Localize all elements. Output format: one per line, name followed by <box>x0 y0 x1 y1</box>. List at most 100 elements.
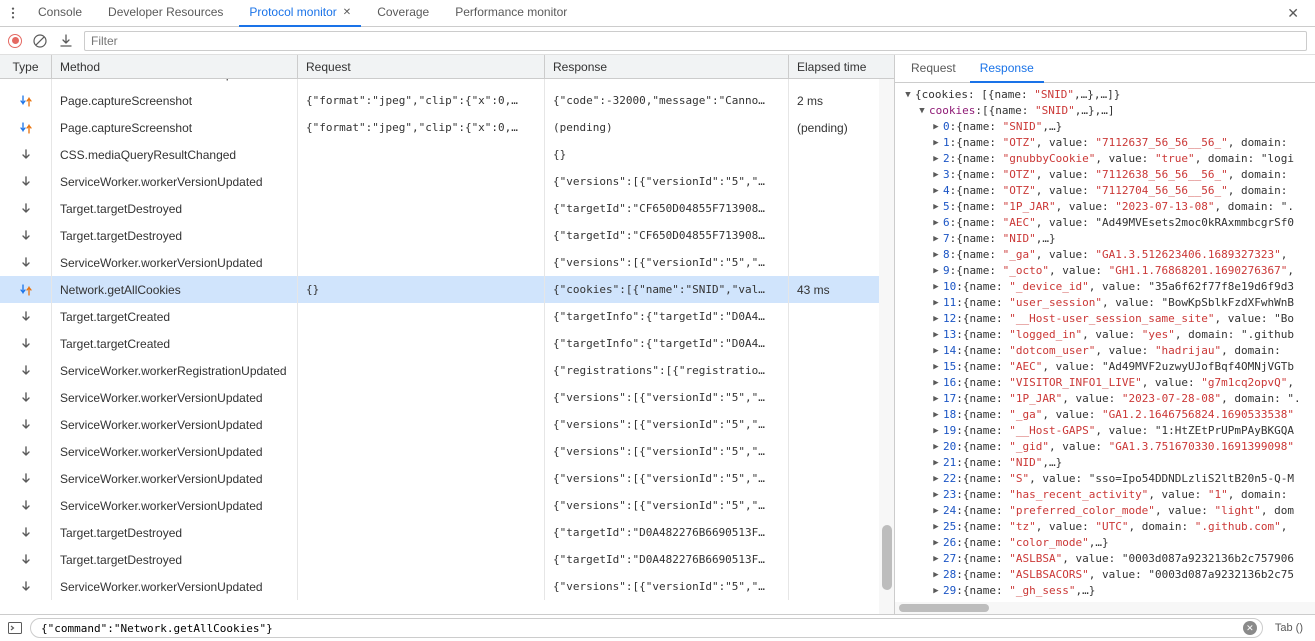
disclosure-triangle-icon[interactable] <box>931 535 941 551</box>
clear-input-icon[interactable]: ✕ <box>1243 621 1257 635</box>
table-row[interactable]: ServiceWorker.workerVersionUpdated{"vers… <box>0 384 894 411</box>
table-row[interactable]: ServiceWorker.workerRegistrationUpdated{… <box>0 357 894 384</box>
tree-node[interactable]: 27: {name: "ASLBSA", value: "0003d087a92… <box>903 551 1315 567</box>
tree-node[interactable]: 15: {name: "AEC", value: "Ad49MVF2uzwyUJ… <box>903 359 1315 375</box>
table-row[interactable]: ServiceWorker.workerVersionUpdated{"vers… <box>0 573 894 600</box>
disclosure-triangle-icon[interactable] <box>931 199 941 215</box>
disclosure-triangle-icon[interactable] <box>931 567 941 583</box>
tree-node[interactable]: 26: {name: "color_mode",…} <box>903 535 1315 551</box>
disclosure-triangle-icon[interactable] <box>931 375 941 391</box>
tree-node[interactable]: {cookies: [{name: "SNID",…},…]} <box>903 87 1315 103</box>
disclosure-triangle-icon[interactable] <box>931 119 941 135</box>
disclosure-triangle-icon[interactable] <box>931 167 941 183</box>
disclosure-triangle-icon[interactable] <box>931 471 941 487</box>
table-row[interactable]: ServiceWorker.workerVersionUpdated{"vers… <box>0 249 894 276</box>
clear-icon[interactable] <box>32 33 48 49</box>
table-row[interactable]: ServiceWorker.workerVersionUpdated{"vers… <box>0 438 894 465</box>
disclosure-triangle-icon[interactable] <box>931 231 941 247</box>
tree-node[interactable]: 17: {name: "1P_JAR", value: "2023-07-28-… <box>903 391 1315 407</box>
tree-node[interactable]: 20: {name: "_gid", value: "GA1.3.7516703… <box>903 439 1315 455</box>
table-row[interactable]: ServiceWorker.workerVersionUpdated{"vers… <box>0 168 894 195</box>
table-row[interactable]: ServiceWorker.workerVersionUpdated{"vers… <box>0 465 894 492</box>
table-row[interactable]: Page.captureScreenshot{"format":"jpeg","… <box>0 87 894 114</box>
disclosure-triangle-icon[interactable] <box>931 215 941 231</box>
disclosure-triangle-icon[interactable] <box>931 151 941 167</box>
scrollbar-horizontal[interactable] <box>895 602 1315 614</box>
table-row[interactable]: Target.targetDestroyed{"targetId":"CF650… <box>0 222 894 249</box>
table-row[interactable]: Target.targetDestroyed{"targetId":"D0A48… <box>0 546 894 573</box>
table-row[interactable]: Target.targetDestroyed{"targetId":"CF650… <box>0 195 894 222</box>
tree-node[interactable]: cookies: [{name: "SNID",…},…] <box>903 103 1315 119</box>
tab-performance-monitor[interactable]: Performance monitor <box>445 0 577 27</box>
record-button[interactable] <box>8 34 22 48</box>
tree-node[interactable]: 1: {name: "OTZ", value: "7112637_56_56__… <box>903 135 1315 151</box>
disclosure-triangle-icon[interactable] <box>931 503 941 519</box>
disclosure-triangle-icon[interactable] <box>931 439 941 455</box>
tree-node[interactable]: 4: {name: "OTZ", value: "7112704_56_56__… <box>903 183 1315 199</box>
tree-node[interactable]: 28: {name: "ASLBSACORS", value: "0003d08… <box>903 567 1315 583</box>
disclosure-triangle-icon[interactable] <box>931 407 941 423</box>
table-row[interactable]: Target.targetDestroyed{"targetId":"D0A48… <box>0 519 894 546</box>
disclosure-triangle-icon[interactable] <box>931 311 941 327</box>
disclosure-triangle-icon[interactable] <box>931 327 941 343</box>
console-prompt-icon[interactable] <box>6 619 24 637</box>
filter-input[interactable] <box>84 31 1307 51</box>
tree-node[interactable]: 14: {name: "dotcom_user", value: "hadrij… <box>903 343 1315 359</box>
tree-node[interactable]: 0: {name: "SNID",…} <box>903 119 1315 135</box>
disclosure-triangle-icon[interactable] <box>931 135 941 151</box>
tree-node[interactable]: 29: {name: "_gh_sess",…} <box>903 583 1315 599</box>
tree-node[interactable]: 13: {name: "logged_in", value: "yes", do… <box>903 327 1315 343</box>
table-row[interactable]: ServiceWorker.workerVersionUpdated{"vers… <box>0 79 894 87</box>
disclosure-triangle-icon[interactable] <box>931 247 941 263</box>
command-input[interactable] <box>30 618 1263 638</box>
tab-developer-resources[interactable]: Developer Resources <box>98 0 233 27</box>
tree-node[interactable]: 10: {name: "_device_id", value: "35a6f62… <box>903 279 1315 295</box>
disclosure-triangle-icon[interactable] <box>917 103 927 119</box>
tree-node[interactable]: 11: {name: "user_session", value: "BowKp… <box>903 295 1315 311</box>
disclosure-triangle-icon[interactable] <box>931 343 941 359</box>
tab-request[interactable]: Request <box>901 55 966 83</box>
tree-node[interactable]: 21: {name: "NID",…} <box>903 455 1315 471</box>
tree-node[interactable]: 3: {name: "OTZ", value: "7112638_56_56__… <box>903 167 1315 183</box>
col-request[interactable]: Request <box>298 55 545 78</box>
disclosure-triangle-icon[interactable] <box>931 183 941 199</box>
tab-coverage[interactable]: Coverage <box>367 0 439 27</box>
disclosure-triangle-icon[interactable] <box>931 391 941 407</box>
disclosure-triangle-icon[interactable] <box>931 519 941 535</box>
disclosure-triangle-icon[interactable] <box>931 263 941 279</box>
json-tree[interactable]: {cookies: [{name: "SNID",…},…]}cookies: … <box>895 83 1315 614</box>
tree-node[interactable]: 19: {name: "__Host-GAPS", value: "1:HtZE… <box>903 423 1315 439</box>
panel-close-icon[interactable]: ✕ <box>1275 5 1311 22</box>
tree-node[interactable]: 8: {name: "_ga", value: "GA1.3.512623406… <box>903 247 1315 263</box>
disclosure-triangle-icon[interactable] <box>931 279 941 295</box>
disclosure-triangle-icon[interactable] <box>931 487 941 503</box>
tree-node[interactable]: 5: {name: "1P_JAR", value: "2023-07-13-0… <box>903 199 1315 215</box>
table-row[interactable]: Target.targetCreated{"targetInfo":{"targ… <box>0 303 894 330</box>
disclosure-triangle-icon[interactable] <box>931 583 941 599</box>
disclosure-triangle-icon[interactable] <box>931 455 941 471</box>
table-row[interactable]: Network.getAllCookies{}{"cookies":[{"nam… <box>0 276 894 303</box>
tree-node[interactable]: 24: {name: "preferred_color_mode", value… <box>903 503 1315 519</box>
table-row[interactable]: Page.captureScreenshot{"format":"jpeg","… <box>0 114 894 141</box>
close-icon[interactable]: ✕ <box>343 7 351 18</box>
col-type[interactable]: Type <box>0 55 52 78</box>
table-row[interactable]: ServiceWorker.workerVersionUpdated{"vers… <box>0 492 894 519</box>
grid-body[interactable]: ServiceWorker.workerVersionUpdated{"vers… <box>0 79 894 614</box>
tree-node[interactable]: 23: {name: "has_recent_activity", value:… <box>903 487 1315 503</box>
tree-node[interactable]: 9: {name: "_octo", value: "GH1.1.7686820… <box>903 263 1315 279</box>
tab-console[interactable]: Console <box>28 0 92 27</box>
scrollbar-vertical[interactable] <box>879 79 894 614</box>
disclosure-triangle-icon[interactable] <box>931 295 941 311</box>
tree-node[interactable]: 16: {name: "VISITOR_INFO1_LIVE", value: … <box>903 375 1315 391</box>
tree-node[interactable]: 7: {name: "NID",…} <box>903 231 1315 247</box>
col-response[interactable]: Response <box>545 55 789 78</box>
tab-protocol-monitor[interactable]: Protocol monitor ✕ <box>239 0 361 27</box>
tree-node[interactable]: 25: {name: "tz", value: "UTC", domain: "… <box>903 519 1315 535</box>
table-row[interactable]: Target.targetCreated{"targetInfo":{"targ… <box>0 330 894 357</box>
col-method[interactable]: Method <box>52 55 298 78</box>
disclosure-triangle-icon[interactable] <box>931 423 941 439</box>
download-icon[interactable] <box>58 33 74 49</box>
table-row[interactable]: ServiceWorker.workerVersionUpdated{"vers… <box>0 411 894 438</box>
tab-response[interactable]: Response <box>970 55 1044 83</box>
tree-node[interactable]: 6: {name: "AEC", value: "Ad49MVEsets2moc… <box>903 215 1315 231</box>
